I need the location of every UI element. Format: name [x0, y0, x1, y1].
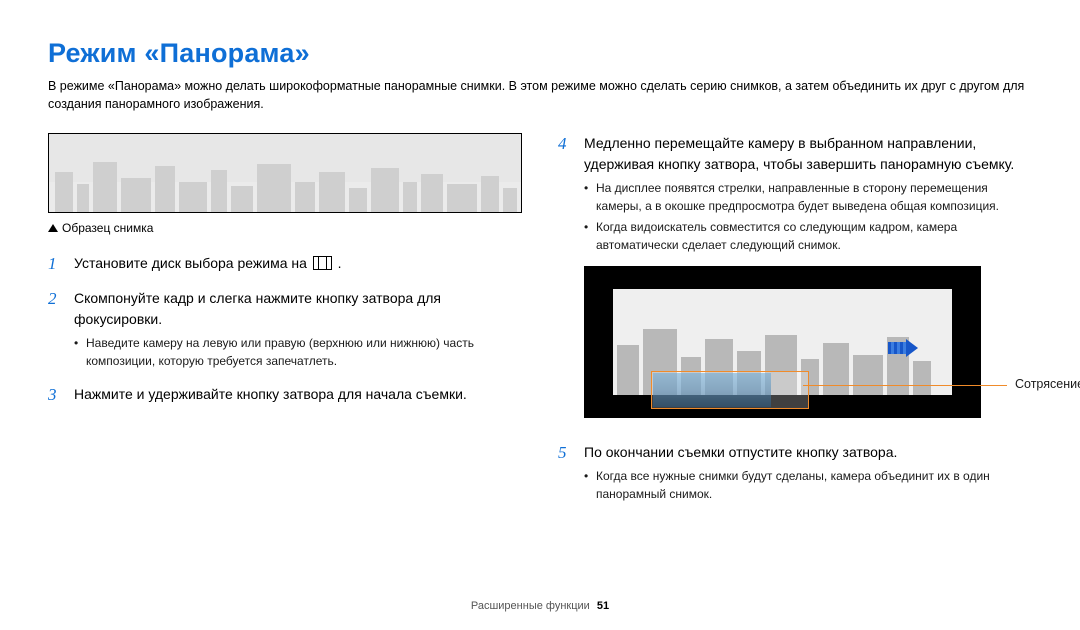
right-column: 4 Медленно перемещайте камеру в выбранно…: [558, 133, 1032, 517]
step-text: По окончании съемки отпустите кнопку зат…: [584, 444, 897, 460]
step-4: 4 Медленно перемещайте камеру в выбранно…: [558, 133, 1032, 254]
intro-paragraph: В режиме «Панорама» можно делать широкоф…: [48, 77, 1032, 113]
callout-label: Сотрясение: [1015, 377, 1080, 391]
step-1: 1 Установите диск выбора режима на .: [48, 253, 518, 274]
footer-page-number: 51: [597, 600, 609, 612]
step-5: 5 По окончании съемки отпустите кнопку з…: [558, 442, 1032, 503]
sample-caption: Образец снимка: [48, 221, 518, 235]
step-number: 1: [48, 251, 57, 277]
panorama-mode-icon: [313, 256, 332, 270]
step-sub-item: Когда все нужные снимки будут сделаны, к…: [584, 467, 1032, 503]
left-column: Образец снимка 1 Установите диск выбора …: [48, 133, 518, 517]
step-sub-item: Когда видоискатель совместится со следую…: [584, 218, 1032, 254]
preview-image: Сотрясение: [584, 266, 981, 418]
step-number: 2: [48, 286, 57, 312]
page-footer: Расширенные функции 51: [0, 600, 1080, 612]
footer-section: Расширенные функции: [471, 600, 590, 612]
step-sub-item: Наведите камеру на левую или правую (вер…: [74, 334, 518, 370]
step-sub-item: На дисплее появятся стрелки, направленны…: [584, 179, 1032, 215]
step-number: 3: [48, 382, 57, 408]
step-text: Скомпонуйте кадр и слегка нажмите кнопку…: [74, 290, 441, 327]
triangle-up-icon: [48, 224, 58, 232]
step-2: 2 Скомпонуйте кадр и слегка нажмите кноп…: [48, 288, 518, 370]
step-text: Установите диск выбора режима на: [74, 255, 311, 271]
sample-image: [48, 133, 522, 213]
callout-line: [803, 385, 1007, 386]
step-3: 3 Нажмите и удерживайте кнопку затвора д…: [48, 384, 518, 405]
step-number: 4: [558, 131, 567, 157]
step-text-post: .: [334, 255, 342, 271]
step-text: Нажмите и удерживайте кнопку затвора для…: [74, 386, 467, 402]
preview-strip: [651, 371, 809, 409]
step-text: Медленно перемещайте камеру в выбранном …: [584, 135, 1014, 172]
direction-arrow-icon: [888, 339, 918, 357]
page-title: Режим «Панорама»: [48, 38, 1032, 69]
step-number: 5: [558, 440, 567, 466]
sample-caption-text: Образец снимка: [62, 221, 153, 235]
